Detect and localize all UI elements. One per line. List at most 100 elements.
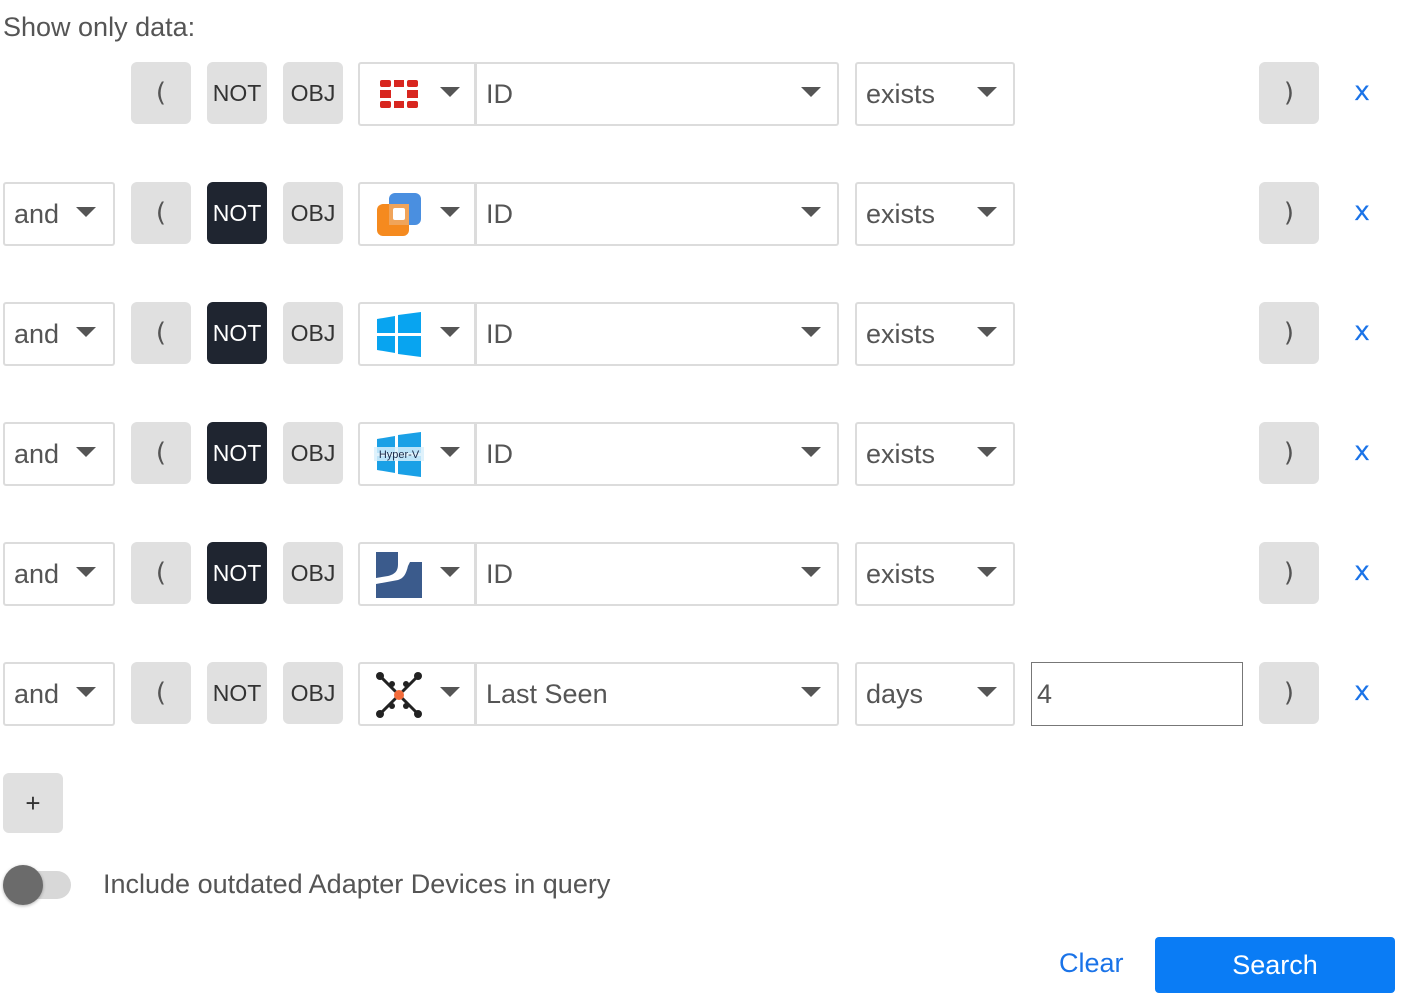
vmware-icon bbox=[377, 193, 421, 236]
chevron-down-icon bbox=[801, 447, 821, 457]
fortinet-icon bbox=[380, 80, 418, 108]
aggregated-adapters-icon bbox=[376, 672, 422, 718]
add-row-button[interactable]: + bbox=[3, 773, 63, 833]
obj-button[interactable]: OBJ bbox=[283, 302, 343, 364]
adapter-select[interactable] bbox=[358, 662, 476, 726]
logic-value: and bbox=[14, 198, 60, 229]
value-input[interactable] bbox=[1031, 662, 1243, 726]
include-outdated-label: Include outdated Adapter Devices in quer… bbox=[103, 869, 611, 899]
adapter-select[interactable] bbox=[358, 62, 476, 126]
field-select[interactable]: ID bbox=[475, 422, 839, 486]
adapter-select[interactable] bbox=[358, 182, 476, 246]
not-button[interactable]: NOT bbox=[207, 542, 267, 604]
chevron-down-icon bbox=[977, 327, 997, 337]
logic-select[interactable]: and bbox=[3, 302, 115, 366]
operator-select[interactable]: exists bbox=[855, 422, 1015, 486]
operator-value: days bbox=[866, 678, 924, 709]
not-button[interactable]: NOT bbox=[207, 182, 267, 244]
field-select[interactable]: ID bbox=[475, 542, 839, 606]
adapter-select[interactable] bbox=[358, 542, 476, 606]
adapter-select[interactable]: Hyper-V bbox=[358, 422, 476, 486]
field-value: ID bbox=[486, 78, 513, 109]
operator-value: exists bbox=[866, 78, 936, 109]
open-paren-button[interactable]: ( bbox=[131, 302, 191, 364]
page-title: Show only data: bbox=[3, 12, 196, 42]
obj-button[interactable]: OBJ bbox=[283, 62, 343, 124]
field-select[interactable]: ID bbox=[475, 302, 839, 366]
adapter-select[interactable] bbox=[358, 302, 476, 366]
remove-row-button[interactable]: x bbox=[1354, 76, 1370, 107]
operator-select[interactable]: exists bbox=[855, 62, 1015, 126]
chevron-down-icon bbox=[440, 87, 460, 97]
logic-select[interactable]: and bbox=[3, 542, 115, 606]
field-select[interactable]: ID bbox=[475, 62, 839, 126]
not-button[interactable]: NOT bbox=[207, 62, 267, 124]
not-button[interactable]: NOT bbox=[207, 662, 267, 724]
open-paren-button[interactable]: ( bbox=[131, 182, 191, 244]
chevron-down-icon bbox=[440, 207, 460, 217]
chevron-down-icon bbox=[801, 687, 821, 697]
query-row: and ( NOT OBJ ID exists ) x bbox=[0, 542, 1409, 606]
chevron-down-icon bbox=[440, 447, 460, 457]
close-paren-button[interactable]: ) bbox=[1259, 182, 1319, 244]
logic-select[interactable]: and bbox=[3, 422, 115, 486]
close-paren-button[interactable]: ) bbox=[1259, 302, 1319, 364]
open-paren-button[interactable]: ( bbox=[131, 542, 191, 604]
query-row: ( NOT OBJ ID exists ) x bbox=[0, 62, 1409, 126]
open-paren-button[interactable]: ( bbox=[131, 662, 191, 724]
operator-select[interactable]: exists bbox=[855, 542, 1015, 606]
search-button[interactable]: Search bbox=[1155, 937, 1395, 993]
obj-button[interactable]: OBJ bbox=[283, 182, 343, 244]
operator-value: exists bbox=[866, 558, 936, 589]
operator-value: exists bbox=[866, 198, 936, 229]
operator-select[interactable]: days bbox=[855, 662, 1015, 726]
logic-select[interactable]: and bbox=[3, 182, 115, 246]
chevron-down-icon bbox=[977, 567, 997, 577]
chevron-down-icon bbox=[440, 327, 460, 337]
chevron-down-icon bbox=[76, 327, 96, 337]
open-paren-button[interactable]: ( bbox=[131, 62, 191, 124]
chevron-down-icon bbox=[440, 687, 460, 697]
chevron-down-icon bbox=[977, 87, 997, 97]
query-row: and ( NOT OBJ ID exists ) x bbox=[0, 302, 1409, 366]
windows-icon bbox=[377, 312, 421, 357]
hyperv-icon-text: Hyper-V bbox=[379, 449, 420, 461]
logic-value: and bbox=[14, 438, 60, 469]
field-select[interactable]: Last Seen bbox=[475, 662, 839, 726]
hyperv-icon: Hyper-V bbox=[374, 432, 424, 477]
clear-button[interactable]: Clear bbox=[1059, 948, 1124, 979]
remove-row-button[interactable]: x bbox=[1354, 436, 1370, 467]
operator-select[interactable]: exists bbox=[855, 302, 1015, 366]
close-paren-button[interactable]: ) bbox=[1259, 662, 1319, 724]
logic-select[interactable]: and bbox=[3, 662, 115, 726]
operator-value: exists bbox=[866, 318, 936, 349]
obj-button[interactable]: OBJ bbox=[283, 422, 343, 484]
toggle-knob bbox=[3, 865, 43, 905]
close-paren-button[interactable]: ) bbox=[1259, 62, 1319, 124]
remove-row-button[interactable]: x bbox=[1354, 676, 1370, 707]
include-outdated-toggle[interactable] bbox=[3, 865, 71, 905]
chevron-down-icon bbox=[977, 207, 997, 217]
field-value: ID bbox=[486, 558, 513, 589]
operator-select[interactable]: exists bbox=[855, 182, 1015, 246]
field-select[interactable]: ID bbox=[475, 182, 839, 246]
chevron-down-icon bbox=[977, 687, 997, 697]
chevron-down-icon bbox=[76, 447, 96, 457]
remove-row-button[interactable]: x bbox=[1354, 316, 1370, 347]
field-value: Last Seen bbox=[486, 678, 608, 709]
not-button[interactable]: NOT bbox=[207, 302, 267, 364]
remove-row-button[interactable]: x bbox=[1354, 556, 1370, 587]
not-button[interactable]: NOT bbox=[207, 422, 267, 484]
close-paren-button[interactable]: ) bbox=[1259, 422, 1319, 484]
close-paren-button[interactable]: ) bbox=[1259, 542, 1319, 604]
chevron-down-icon bbox=[76, 687, 96, 697]
obj-button[interactable]: OBJ bbox=[283, 662, 343, 724]
chevron-down-icon bbox=[801, 87, 821, 97]
field-value: ID bbox=[486, 438, 513, 469]
field-value: ID bbox=[486, 198, 513, 229]
logic-value: and bbox=[14, 678, 60, 709]
open-paren-button[interactable]: ( bbox=[131, 422, 191, 484]
remove-row-button[interactable]: x bbox=[1354, 196, 1370, 227]
obj-button[interactable]: OBJ bbox=[283, 542, 343, 604]
chevron-down-icon bbox=[76, 567, 96, 577]
